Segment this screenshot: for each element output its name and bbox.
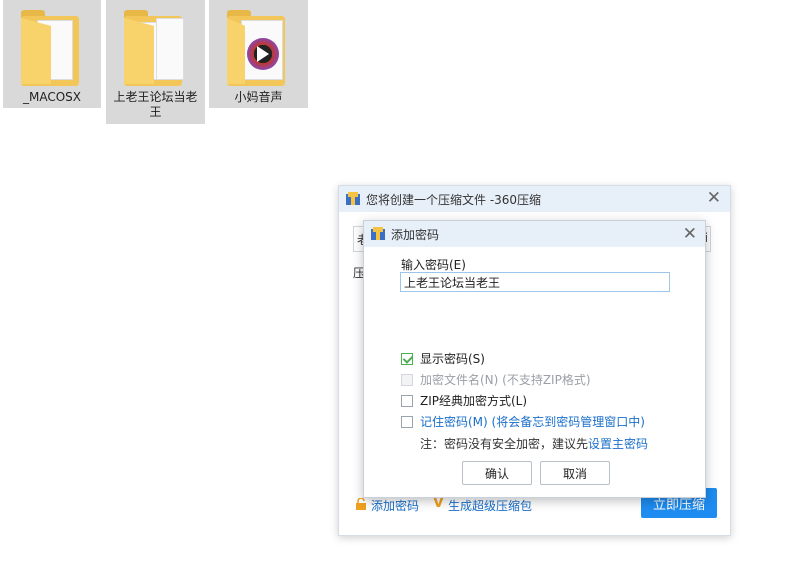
set-master-password-link[interactable]: 设置主密码 (588, 437, 648, 451)
lock-icon (356, 498, 366, 510)
super-package-link[interactable]: 生成超级压缩包 (448, 497, 532, 514)
cancel-button[interactable]: 取消 (540, 461, 610, 485)
file-name: 小妈音声 (234, 90, 283, 104)
folder-documents-icon (124, 6, 186, 86)
zip-classic-checkbox[interactable] (401, 394, 413, 407)
note-text: 注：密码没有安全加密，建议先 (420, 437, 589, 451)
add-password-link[interactable]: 添加密码 (371, 497, 419, 514)
desktop-file-xiaoma[interactable]: 小妈音声 (209, 0, 308, 108)
zip-classic-label: ZIP经典加密方式(L) (420, 394, 528, 408)
dialog-title: 添加密码 (391, 227, 440, 242)
remember-password-checkbox[interactable] (401, 415, 413, 428)
remember-password-label: 记住密码(M) (将会备忘到密码管理窗口中) (420, 415, 645, 429)
encrypt-filename-checkbox (401, 373, 413, 386)
desktop-file-laowang[interactable]: 上老王论坛当老王 (106, 0, 205, 124)
dialog-title: 您将创建一个压缩文件 -360压缩 (366, 192, 542, 207)
show-password-label: 显示密码(S) (420, 352, 485, 366)
encrypt-filename-label: 加密文件名(N) (不支持ZIP格式) (420, 373, 591, 387)
archive-icon (346, 192, 360, 206)
zip-classic-option[interactable]: ZIP经典加密方式(L) (401, 392, 527, 409)
add-password-dialog: 添加密码 ✕ 输入密码(E) 上老王论坛当老王 显示密码(S) 加密文件名(N)… (363, 220, 706, 498)
file-name: 上老王论坛当老王 (113, 90, 198, 119)
close-icon[interactable]: ✕ (683, 226, 697, 243)
desktop-file-macosx[interactable]: _MACOSX (3, 0, 101, 108)
password-input[interactable]: 上老王论坛当老王 (400, 272, 670, 292)
remember-password-option[interactable]: 记住密码(M) (将会备忘到密码管理窗口中) (401, 413, 645, 430)
file-name: _MACOSX (22, 90, 81, 104)
archive-icon (371, 227, 385, 241)
dialog-titlebar: 添加密码 (364, 221, 705, 247)
show-password-option[interactable]: 显示密码(S) (401, 350, 485, 367)
folder-media-icon (227, 6, 289, 86)
security-note: 注：密码没有安全加密，建议先设置主密码 (420, 435, 648, 452)
dialog-titlebar: 您将创建一个压缩文件 -360压缩 (339, 186, 730, 212)
close-icon[interactable]: ✕ (707, 190, 721, 207)
confirm-button[interactable]: 确认 (462, 461, 532, 485)
encrypt-filename-option: 加密文件名(N) (不支持ZIP格式) (401, 371, 591, 388)
show-password-checkbox[interactable] (401, 352, 413, 365)
password-input-label: 输入密码(E) (401, 258, 466, 272)
folder-icon (21, 6, 83, 86)
